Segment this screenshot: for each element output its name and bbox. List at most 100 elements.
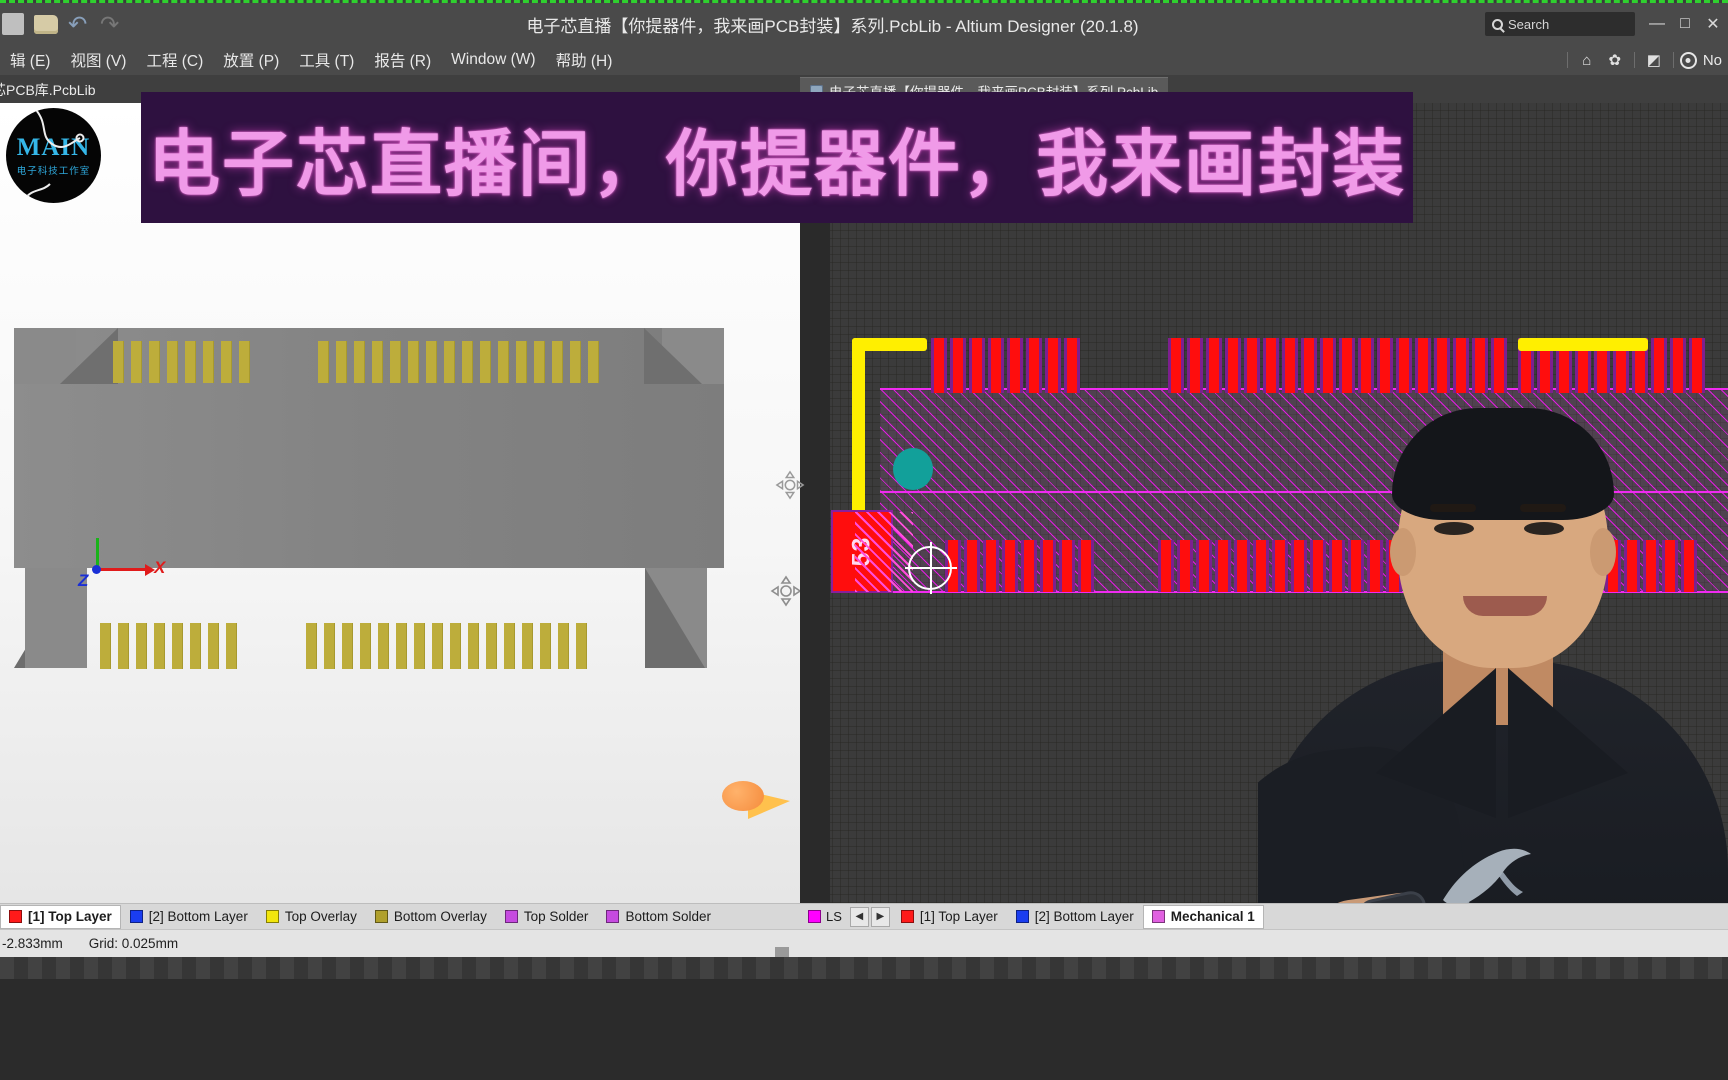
save-icon[interactable] <box>2 13 24 35</box>
teal-marker-dot[interactable] <box>893 448 933 490</box>
layer-color-swatch <box>374 910 388 923</box>
layer-set-chip[interactable]: LS <box>800 909 850 924</box>
layer-color-swatch <box>900 910 914 923</box>
silkscreen-line-horizontal[interactable] <box>852 338 927 351</box>
window-title: 电子芯直播【你提器件，我来画PCB封装】系列.PcbLib - Altium D… <box>526 16 1139 36</box>
pad-row-2d-top-left[interactable] <box>931 338 1083 393</box>
close-button[interactable]: ✕ <box>1699 9 1727 39</box>
window-controls: — □ ✕ <box>1643 9 1728 39</box>
promo-banner-text: 电子芯直播间，你提器件，我来画封装 <box>147 125 1406 205</box>
layer-tab-label: [1] Top Layer <box>919 909 998 924</box>
account-button[interactable]: No <box>1679 51 1722 69</box>
axis-gizmo: X Z <box>78 533 173 590</box>
layer-tab-label: [2] Bottom Layer <box>1034 909 1134 924</box>
person-eye-right <box>1524 522 1564 535</box>
layer-tab-label: Top Overlay <box>284 909 357 924</box>
home-icon[interactable]: ⌂ <box>1574 48 1600 72</box>
menu-item-tools[interactable]: 工具 (T) <box>289 46 364 74</box>
layer-tab-label: Bottom Overlay <box>393 909 487 924</box>
account-label: No <box>1702 51 1722 69</box>
orange-pointer-cursor <box>722 781 790 823</box>
layer-set-swatch <box>808 910 821 923</box>
person-eyebrow-right <box>1520 504 1566 512</box>
menu-item-help[interactable]: 帮助 (H) <box>546 46 623 74</box>
layer-tab-top-solder[interactable]: Top Solder <box>496 905 598 929</box>
menu-item-edit[interactable]: 辑 (E) <box>0 46 60 74</box>
maximize-button[interactable]: □ <box>1671 9 1699 39</box>
layer-color-swatch <box>129 910 143 923</box>
silkscreen-line-right[interactable] <box>1518 338 1648 351</box>
menu-item-place[interactable]: 放置 (P) <box>213 46 289 74</box>
divider <box>1633 52 1635 68</box>
layer-tab-top-layer-right[interactable]: [1] Top Layer <box>892 905 1007 929</box>
axis-x-label: X <box>154 558 166 577</box>
document-tab-left[interactable]: 芯PCB库.PcbLib <box>0 77 106 103</box>
person-eye-left <box>1434 522 1474 535</box>
pan-move-icon-2d <box>775 470 805 500</box>
layer-next-button[interactable]: ▶ <box>870 906 890 927</box>
pad-row-2d-bottom-left[interactable] <box>945 540 1097 592</box>
person-mouth <box>1463 596 1547 616</box>
connector-ear-left <box>14 328 76 384</box>
menu-item-reports[interactable]: 报告 (R) <box>364 46 441 74</box>
open-folder-icon[interactable] <box>34 14 58 34</box>
divider <box>1672 52 1674 68</box>
person-ear-right <box>1590 528 1616 576</box>
layer-tab-bar-left: [1] Top Layer [2] Bottom Layer Top Overl… <box>0 903 800 929</box>
promo-banner: 电子芯直播间，你提器件，我来画封装 <box>141 92 1413 223</box>
layer-set-label: LS <box>826 909 842 924</box>
pad-53-hatch-overlay <box>855 512 913 592</box>
taskbar-items-strip <box>0 957 1728 979</box>
menu-item-view[interactable]: 视图 (V) <box>60 46 136 74</box>
crosshair-cursor <box>905 542 957 594</box>
search-placeholder: Search <box>1508 16 1550 32</box>
layer-tab-label: Top Solder <box>523 909 589 924</box>
axis-origin-dot <box>92 565 101 574</box>
menu-right-group: ⌂ ✿ ◩ No <box>1563 48 1728 72</box>
notifications-icon[interactable]: ◩ <box>1641 48 1667 72</box>
layer-tab-bar-right: LS ◀ ▶ [1] Top Layer [2] Bottom Layer Me… <box>800 903 1728 929</box>
layer-color-swatch <box>1151 910 1165 923</box>
pad-row-bottom-left <box>100 623 244 669</box>
menu-item-project[interactable]: 工程 (C) <box>136 46 213 74</box>
pcb-3d-viewer[interactable]: X Z <box>0 103 800 903</box>
taskbar[interactable] <box>0 957 1728 1080</box>
layer-tab-top-overlay[interactable]: Top Overlay <box>257 905 366 929</box>
person-hair <box>1392 408 1614 520</box>
undo-icon[interactable]: ↶ <box>68 13 90 36</box>
quick-access-toolbar: ↶ ↷ <box>0 13 180 36</box>
pad-row-top-right <box>318 341 606 383</box>
status-bar: -2.833mm Grid: 0.025mm <box>0 929 1728 957</box>
pad-row-top-left <box>113 341 257 383</box>
layer-tab-label: [1] Top Layer <box>28 909 112 924</box>
layer-color-swatch <box>606 910 620 923</box>
layer-prev-button[interactable]: ◀ <box>849 906 869 927</box>
title-bar: ↶ ↷ 电子芯直播【你提器件，我来画PCB封装】系列.PcbLib - Alti… <box>0 3 1728 45</box>
layer-tab-mechanical-1[interactable]: Mechanical 1 <box>1142 904 1264 929</box>
layer-color-swatch <box>265 910 279 923</box>
layer-color-swatch <box>9 910 22 923</box>
layer-tab-bottom-solder[interactable]: Bottom Solder <box>597 905 720 929</box>
person-ear-left <box>1390 528 1416 576</box>
layer-tab-label: Bottom Solder <box>625 909 711 924</box>
menu-item-window[interactable]: Window (W) <box>441 48 545 72</box>
layer-tab-label: Mechanical 1 <box>1170 909 1255 924</box>
layer-tab-top-layer-left[interactable]: [1] Top Layer <box>0 904 121 929</box>
divider <box>1566 52 1568 68</box>
silkscreen-line-vertical[interactable] <box>852 338 865 538</box>
pad-row-2d-top-right[interactable] <box>1168 338 1510 393</box>
logo-circuit-trace <box>19 109 85 203</box>
layer-color-swatch <box>504 910 518 923</box>
axis-z-label: Z <box>78 571 89 590</box>
redo-icon[interactable]: ↷ <box>100 13 122 36</box>
pan-move-icon <box>770 575 800 607</box>
person-eyebrow-left <box>1430 504 1476 512</box>
layer-tab-bottom-layer-left[interactable]: [2] Bottom Layer <box>121 905 257 929</box>
minimize-button[interactable]: — <box>1643 9 1671 39</box>
search-box[interactable]: Search <box>1485 12 1635 36</box>
layer-tab-bottom-layer-right[interactable]: [2] Bottom Layer <box>1007 905 1143 929</box>
layer-tab-bottom-overlay[interactable]: Bottom Overlay <box>366 905 496 929</box>
gear-icon[interactable]: ✿ <box>1602 48 1628 72</box>
layer-tab-label: [2] Bottom Layer <box>148 909 248 924</box>
menu-bar: 辑 (E) 视图 (V) 工程 (C) 放置 (P) 工具 (T) 报告 (R)… <box>0 45 1728 75</box>
